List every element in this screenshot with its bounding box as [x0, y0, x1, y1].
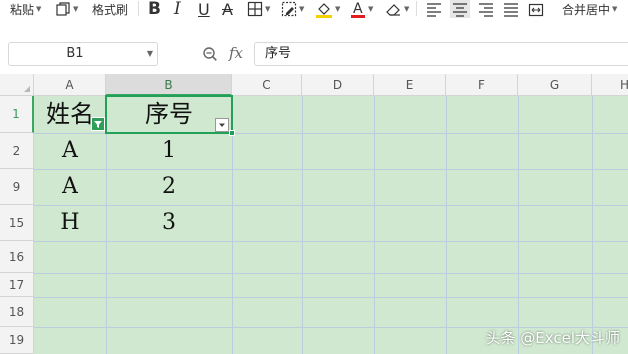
gridline	[518, 96, 519, 354]
strikethrough-button[interactable]: A	[222, 0, 233, 19]
column-header-e[interactable]: E	[374, 74, 446, 96]
chevron-down-icon: ▼	[404, 5, 410, 13]
name-box-value: B1	[66, 46, 84, 61]
chevron-down-icon: ▼	[265, 5, 271, 13]
font-color-icon: A	[351, 1, 365, 18]
toolbar-divider	[138, 1, 139, 16]
filter-active-button[interactable]	[91, 117, 105, 131]
gridline	[592, 96, 593, 354]
formula-input-value: 序号	[265, 46, 292, 61]
column-header-b[interactable]: B	[106, 74, 232, 96]
chevron-down-icon: ▼	[36, 5, 42, 13]
gridline	[34, 241, 628, 242]
column-header-a[interactable]: A	[34, 74, 106, 96]
search-zoom-icon	[203, 47, 217, 61]
cell-a9[interactable]: A	[34, 169, 106, 205]
distributed-align-button[interactable]	[528, 0, 544, 18]
gridline	[374, 96, 375, 354]
chevron-down-icon: ▼	[368, 5, 374, 13]
bold-button[interactable]: B	[148, 0, 161, 19]
formula-input[interactable]: 序号	[254, 42, 628, 66]
selection-outline	[105, 95, 233, 134]
merge-center-button[interactable]: 合并居中 ▼	[562, 0, 617, 18]
spreadsheet-grid: A B C D E F G H 1 2 9 15 16 17 18 19 姓名 …	[0, 74, 628, 354]
gridline	[34, 297, 628, 298]
filter-icon	[94, 121, 102, 128]
chevron-down-icon: ▼	[73, 5, 79, 13]
justify-icon	[504, 3, 518, 17]
gridline	[34, 273, 628, 274]
cell-a15[interactable]: H	[34, 205, 106, 241]
zoom-formula-button[interactable]	[202, 46, 218, 65]
align-left-button[interactable]	[426, 0, 442, 18]
align-right-button[interactable]	[478, 0, 494, 18]
cell-style-icon	[281, 1, 297, 17]
column-header-h[interactable]: H	[592, 74, 628, 96]
insert-function-button[interactable]: fx	[229, 44, 243, 62]
format-painter-label: 格式刷	[92, 2, 129, 17]
justify-button[interactable]	[503, 0, 519, 18]
column-header-f[interactable]: F	[446, 74, 518, 96]
gridline	[446, 96, 447, 354]
distributed-align-icon	[528, 3, 544, 17]
strikethrough-icon: A	[222, 0, 233, 19]
ribbon-toolbar: 粘贴 ▼ ▼ 格式刷 B I U A ▼ ▼ ▼ A ▼ ▼ 合并居中 ▼	[0, 0, 628, 20]
fill-handle[interactable]	[229, 130, 235, 136]
merge-center-label: 合并居中	[562, 2, 611, 17]
watermark: 头条 @Excel大斗师	[485, 329, 620, 347]
eraser-icon	[386, 4, 400, 16]
row-header-2[interactable]: 2	[0, 133, 34, 169]
align-left-icon	[427, 3, 441, 17]
cell-b2[interactable]: 1	[106, 133, 232, 169]
cell-b15[interactable]: 3	[106, 205, 232, 241]
row-header-15[interactable]: 15	[0, 205, 34, 241]
toolbar-divider	[416, 1, 417, 16]
italic-button[interactable]: I	[174, 0, 181, 19]
column-header-d[interactable]: D	[302, 74, 374, 96]
formula-bar: B1 ▼ fx 序号	[0, 38, 628, 70]
chevron-down-icon: ▼	[612, 5, 618, 13]
cell-area[interactable]: 姓名 序号 A 1 A 2 H 3	[34, 95, 628, 354]
chevron-down-icon[interactable]: ▼	[147, 43, 153, 65]
name-box[interactable]: B1 ▼	[8, 42, 158, 66]
chevron-down-icon: ▼	[335, 5, 341, 13]
clear-format-button[interactable]: ▼	[384, 0, 409, 18]
chevron-down-icon: ▼	[299, 5, 305, 13]
row-header-1[interactable]: 1	[0, 96, 34, 133]
row-header-17[interactable]: 17	[0, 273, 34, 297]
row-header-16[interactable]: 16	[0, 241, 34, 273]
borders-button[interactable]: ▼	[247, 0, 270, 18]
underline-icon: U	[198, 0, 210, 19]
column-header-c[interactable]: C	[232, 74, 302, 96]
svg-text:A: A	[353, 1, 363, 17]
bold-icon: B	[148, 0, 161, 19]
underline-button[interactable]: U	[198, 0, 210, 19]
cell-a2[interactable]: A	[34, 133, 106, 169]
align-right-icon	[479, 3, 493, 17]
italic-icon: I	[174, 0, 181, 19]
fill-color-button[interactable]: ▼	[315, 0, 340, 18]
column-header-g[interactable]: G	[518, 74, 592, 96]
align-center-button[interactable]	[450, 0, 470, 18]
align-center-icon	[453, 3, 467, 17]
copy-icon	[56, 2, 70, 16]
row-header-18[interactable]: 18	[0, 297, 34, 327]
copy-button[interactable]: ▼	[55, 0, 78, 18]
paste-label: 粘贴	[10, 2, 35, 17]
paste-button[interactable]: 粘贴 ▼	[10, 0, 41, 18]
gridline	[302, 96, 303, 354]
borders-icon	[247, 1, 263, 17]
select-all-button[interactable]	[0, 74, 34, 96]
font-color-button[interactable]: A ▼	[350, 0, 373, 18]
cell-style-button[interactable]: ▼	[281, 0, 304, 18]
format-painter-button[interactable]: 格式刷	[92, 0, 128, 18]
cell-b9[interactable]: 2	[106, 169, 232, 205]
row-header-19[interactable]: 19	[0, 327, 34, 354]
paint-bucket-icon	[316, 3, 332, 18]
row-header-9[interactable]: 9	[0, 169, 34, 205]
